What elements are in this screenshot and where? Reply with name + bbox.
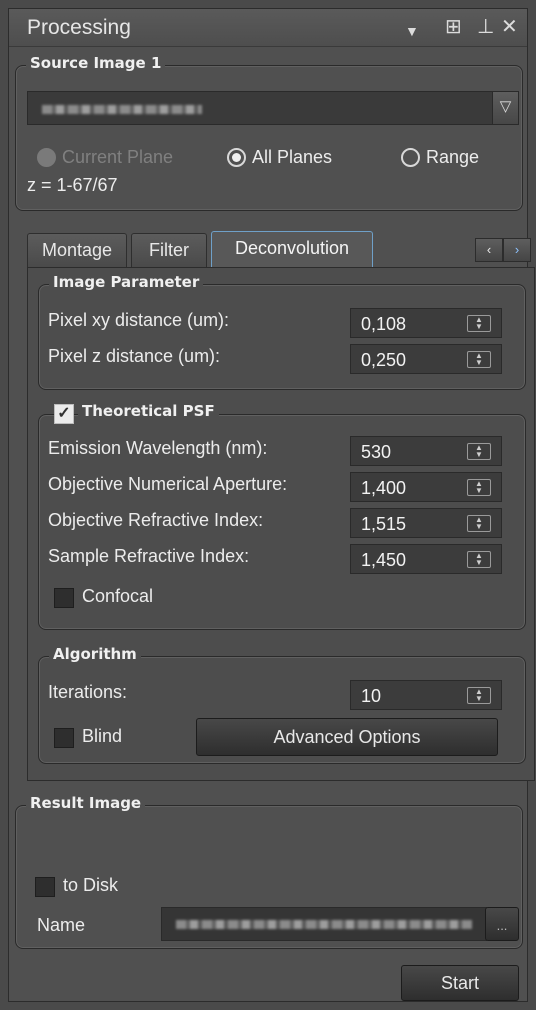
radio-indicator: [401, 148, 420, 167]
close-icon[interactable]: ✕: [501, 13, 518, 41]
radio-indicator: [37, 148, 56, 167]
spin-arrows-icon[interactable]: ▲ ▼: [467, 351, 491, 368]
tab-filter[interactable]: Filter: [131, 233, 207, 267]
dropdown-arrow-icon[interactable]: ▼: [405, 17, 419, 45]
psf-checkbox[interactable]: ✓: [54, 404, 74, 424]
numerical-aperture-value: 1,400: [361, 478, 407, 498]
z-range-info: z = 1-67/67: [27, 175, 118, 195]
float-window-icon[interactable]: ⊞: [445, 13, 462, 41]
source-image-name: [42, 105, 202, 114]
radio-indicator: [227, 148, 246, 167]
blind-checkbox[interactable]: [54, 728, 74, 748]
iterations-value: 10: [361, 686, 382, 706]
pixel-xy-spinbox[interactable]: 0,108 ▲ ▼: [350, 308, 502, 338]
title-bar: Processing ▼ ⊞ ⊥ ✕: [9, 9, 527, 47]
result-image-legend: Result Image: [26, 794, 146, 812]
radio-range[interactable]: Range: [401, 147, 479, 168]
advanced-options-button[interactable]: Advanced Options: [196, 718, 498, 756]
objective-refractive-label: Objective Refractive Index:: [48, 510, 264, 530]
spin-arrows-icon[interactable]: ▲ ▼: [467, 687, 491, 704]
objective-refractive-value: 1,515: [361, 514, 407, 534]
name-label: Name: [37, 915, 86, 935]
blind-label: Blind: [82, 726, 123, 746]
algorithm-legend: Algorithm: [49, 645, 141, 663]
image-parameter-legend: Image Parameter: [49, 273, 204, 291]
tab-deconvolution[interactable]: Deconvolution: [211, 231, 373, 268]
browse-button[interactable]: ...: [485, 907, 519, 941]
tab-prev-icon[interactable]: ‹: [475, 238, 503, 262]
source-image-legend: Source Image 1: [26, 54, 166, 72]
result-name-value: [176, 920, 472, 929]
panel-title: Processing: [27, 16, 131, 39]
pin-icon[interactable]: ⊥: [477, 13, 494, 41]
confocal-label: Confocal: [82, 586, 154, 606]
pixel-z-value: 0,250: [361, 350, 407, 370]
combo-arrow-icon[interactable]: ▽: [492, 92, 518, 124]
numerical-aperture-spinbox[interactable]: 1,400 ▲ ▼: [350, 472, 502, 502]
emission-wavelength-spinbox[interactable]: 530 ▲ ▼: [350, 436, 502, 466]
radio-current-plane: Current Plane: [37, 147, 173, 168]
emission-wavelength-label: Emission Wavelength (nm):: [48, 438, 268, 458]
checkmark-icon: ✓: [57, 405, 71, 422]
numerical-aperture-label: Objective Numerical Aperture:: [48, 474, 288, 494]
start-button[interactable]: Start: [401, 965, 519, 1001]
deconvolution-tab-page: Image Parameter Pixel xy distance (um): …: [27, 267, 535, 781]
radio-all-planes-label: All Planes: [252, 147, 333, 167]
spin-arrows-icon[interactable]: ▲ ▼: [467, 315, 491, 332]
radio-all-planes[interactable]: All Planes: [227, 147, 332, 168]
spin-arrows-icon[interactable]: ▲ ▼: [467, 551, 491, 568]
radio-current-plane-label: Current Plane: [62, 147, 174, 167]
confocal-checkbox[interactable]: [54, 588, 74, 608]
pixel-xy-value: 0,108: [361, 314, 407, 334]
sample-refractive-value: 1,450: [361, 550, 407, 570]
sample-refractive-spinbox[interactable]: 1,450 ▲ ▼: [350, 544, 502, 574]
pixel-z-label: Pixel z distance (um):: [48, 346, 221, 366]
spin-arrows-icon[interactable]: ▲ ▼: [467, 479, 491, 496]
theoretical-psf-legend: Theoretical PSF: [78, 402, 219, 420]
tab-next-icon[interactable]: ›: [503, 238, 531, 262]
result-name-field[interactable]: [161, 907, 487, 941]
objective-refractive-spinbox[interactable]: 1,515 ▲ ▼: [350, 508, 502, 538]
spin-arrows-icon[interactable]: ▲ ▼: [467, 515, 491, 532]
spin-arrows-icon[interactable]: ▲ ▼: [467, 443, 491, 460]
iterations-label: Iterations:: [48, 682, 128, 702]
iterations-spinbox[interactable]: 10 ▲ ▼: [350, 680, 502, 710]
to-disk-label: to Disk: [63, 875, 119, 895]
pixel-z-spinbox[interactable]: 0,250 ▲ ▼: [350, 344, 502, 374]
to-disk-checkbox[interactable]: [35, 877, 55, 897]
source-image-combo[interactable]: ▽: [27, 91, 519, 125]
pixel-xy-label: Pixel xy distance (um):: [48, 310, 230, 330]
sample-refractive-label: Sample Refractive Index:: [48, 546, 250, 566]
tab-montage[interactable]: Montage: [27, 233, 127, 267]
processing-panel: Processing ▼ ⊞ ⊥ ✕ Source Image 1 ▽ Curr…: [8, 8, 535, 1002]
emission-wavelength-value: 530: [361, 442, 392, 462]
radio-range-label: Range: [426, 147, 480, 167]
